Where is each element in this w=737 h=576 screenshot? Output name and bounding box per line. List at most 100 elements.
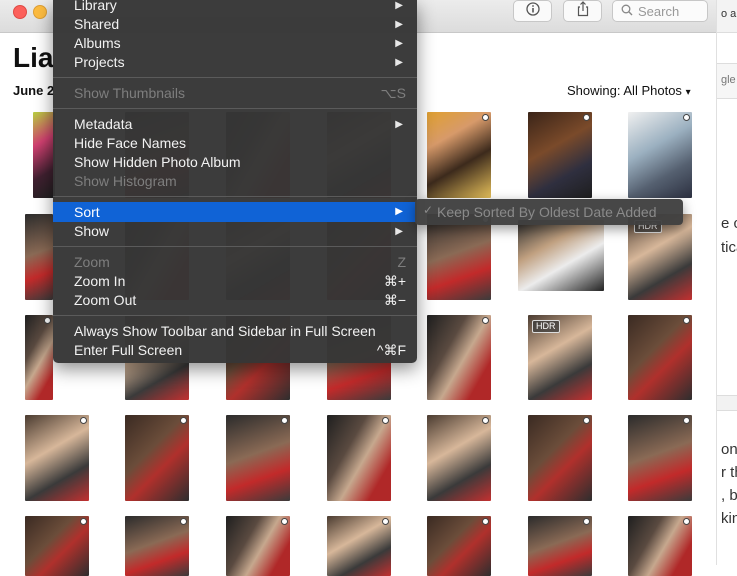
menu-separator [53,196,417,197]
background-window: o a j gle D e c tica on r th , be kin [716,0,737,565]
background-text: tica [721,239,737,256]
showing-value[interactable]: All Photos [623,83,682,98]
photo-thumbnail[interactable] [427,415,491,501]
close-window-button[interactable] [13,5,27,19]
photo-thumbnail[interactable] [628,516,692,576]
view-menu: Library ▶ Shared ▶ Albums ▶ Projects ▶ Show … [53,0,417,363]
photo-thumbnail[interactable] [25,415,89,501]
search-placeholder: Search [638,3,680,19]
menu-shortcut: Z [397,254,406,270]
photo-thumbnail[interactable] [25,516,89,576]
background-text: kin [721,510,737,527]
menu-item-hide-face-names[interactable]: Hide Face Names [53,134,417,153]
location-pin-icon [583,114,590,121]
menu-item-sort[interactable]: Sort ▶ [53,202,417,222]
photo-thumbnail[interactable] [125,516,189,576]
info-icon [525,1,540,21]
share-button[interactable] [563,0,602,22]
menu-item-keep-sorted-oldest: Keep Sorted By Oldest Date Added [437,204,657,220]
background-text: , be [721,487,737,504]
photo-thumbnail[interactable] [427,516,491,576]
menu-separator [53,77,417,78]
menu-item-metadata[interactable]: Metadata ▶ [53,115,417,134]
location-pin-icon [683,417,690,424]
photo-thumbnail[interactable] [518,220,604,291]
menu-item-show-histogram: Show Histogram [74,173,177,189]
photo-thumbnail[interactable] [25,214,53,300]
photo-thumbnail[interactable] [226,415,290,501]
photo-thumbnail[interactable] [628,315,692,400]
menu-shortcut: ^⌘F [376,342,406,358]
submenu-arrow-icon: ▶ [395,57,403,68]
background-text: r th [721,464,737,481]
minimize-window-button[interactable] [33,5,47,19]
showing-label: Showing: [567,83,621,98]
menu-item-shared[interactable]: Shared ▶ [53,15,417,34]
background-text: on [721,441,737,458]
menu-item-projects[interactable]: Projects ▶ [53,53,417,72]
sort-submenu: ✓ Keep Sorted By Oldest Date Added [415,199,683,225]
info-button[interactable] [513,0,552,22]
location-pin-icon [583,518,590,525]
photo-thumbnail[interactable] [33,112,55,198]
photo-thumbnail[interactable] [25,315,53,400]
location-pin-icon [281,518,288,525]
photo-thumbnail[interactable] [327,415,391,501]
menu-item-show-hidden-album[interactable]: Show Hidden Photo Album [53,153,417,172]
menu-item-show-thumbnails: Show Thumbnails ⌥S [74,85,406,101]
photo-thumbnail[interactable] [427,112,491,198]
album-title: Lia [13,42,54,73]
location-pin-icon [683,114,690,121]
menu-item-zoom-out[interactable]: Zoom Out ⌘− [53,291,417,310]
search-input[interactable]: Search [612,0,708,22]
background-text: o a j [721,8,737,20]
menu-item-albums[interactable]: Albums ▶ [53,34,417,53]
menu-item-enter-full-screen[interactable]: Enter Full Screen ^⌘F [53,341,417,360]
background-window-divider [717,395,737,411]
menu-shortcut: ⌘− [383,292,406,308]
chevron-down-icon: ▾ [685,87,691,98]
menu-separator [53,315,417,316]
submenu-arrow-icon: ▶ [395,38,403,49]
photo-thumbnail[interactable] [427,315,491,400]
checkmark-icon: ✓ [423,203,434,217]
menu-shortcut: ⌥S [380,85,406,101]
location-pin-icon [80,518,87,525]
location-pin-icon [382,417,389,424]
photo-thumbnail[interactable] [628,415,692,501]
location-pin-icon [683,518,690,525]
share-icon [576,0,590,22]
photo-thumbnail[interactable] [528,516,592,576]
menu-item-always-show-toolbar[interactable]: Always Show Toolbar and Sidebar in Full … [53,322,417,341]
photo-thumbnail[interactable] [528,415,592,501]
photo-thumbnail[interactable] [528,112,592,198]
location-pin-icon [583,417,590,424]
background-text: gle D [721,74,737,86]
location-pin-icon [382,518,389,525]
photo-thumbnail[interactable] [125,415,189,501]
location-pin-icon [281,417,288,424]
date-label: June 2 [13,83,55,98]
menu-item-zoom-in[interactable]: Zoom In ⌘+ [53,272,417,291]
menu-separator [53,108,417,109]
showing-filter[interactable]: Showing: All Photos ▾ [567,83,691,98]
menu-shortcut: ⌘+ [383,273,406,289]
photo-thumbnail[interactable] [427,214,491,300]
photo-thumbnail[interactable] [327,516,391,576]
location-pin-icon [180,518,187,525]
hdr-badge: HDR [532,320,560,333]
menu-item-library[interactable]: Library ▶ [53,0,417,15]
photo-thumbnail[interactable] [628,112,692,198]
location-pin-icon [44,317,51,324]
menu-item-show[interactable]: Show ▶ [53,222,417,241]
background-text: e c [721,215,737,232]
submenu-arrow-icon: ▶ [395,19,403,30]
location-pin-icon [482,317,489,324]
location-pin-icon [80,417,87,424]
submenu-arrow-icon: ▶ [395,226,403,237]
submenu-arrow-icon: ▶ [395,206,403,217]
location-pin-icon [482,114,489,121]
location-pin-icon [482,417,489,424]
submenu-arrow-icon: ▶ [395,0,403,11]
photo-thumbnail[interactable] [226,516,290,576]
